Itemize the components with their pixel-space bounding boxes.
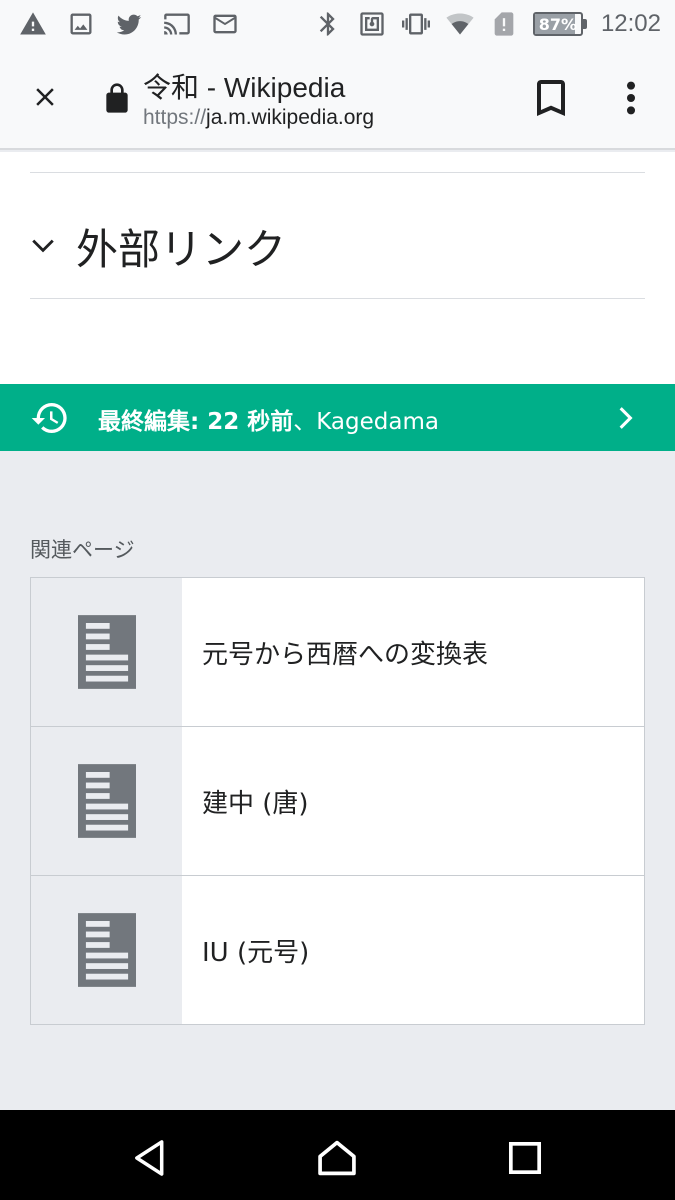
section-heading-external-links[interactable]: 外部リンク xyxy=(30,218,286,274)
image-icon xyxy=(66,9,96,39)
chevron-down-icon xyxy=(32,239,54,253)
close-button[interactable] xyxy=(26,78,64,116)
browser-toolbar: 令和 - Wikipedia https://ja.m.wikipedia.or… xyxy=(0,48,675,150)
close-icon xyxy=(36,88,54,106)
related-page-thumbnail xyxy=(31,578,182,726)
home-icon xyxy=(318,1140,356,1176)
more-menu-button[interactable] xyxy=(614,78,648,118)
related-pages-header: 関連ページ xyxy=(30,538,135,562)
section-heading-label: 外部リンク xyxy=(76,224,287,274)
sim-alert-icon xyxy=(489,9,519,39)
article-icon xyxy=(77,764,136,838)
wifi-icon xyxy=(445,9,475,39)
related-page-item[interactable]: 建中 (唐) xyxy=(31,727,644,876)
vibrate-icon xyxy=(401,9,431,39)
last-edited-text: 最終編集: 22 秒前、Kagedama xyxy=(98,402,439,436)
related-pages-list: 元号から西暦への変換表 建中 (唐) IU (元号) xyxy=(30,577,645,1025)
twitter-icon xyxy=(114,9,144,39)
related-page-title: 建中 (唐) xyxy=(202,788,309,819)
lock-icon xyxy=(106,83,128,113)
bookmark-button[interactable] xyxy=(534,78,568,118)
android-nav-bar xyxy=(0,1110,675,1200)
last-edited-label: 最終編集: 22 秒前 xyxy=(98,409,294,435)
article-content: 外部リンク xyxy=(0,152,675,384)
warning-icon xyxy=(18,9,48,39)
nav-home-button[interactable] xyxy=(317,1138,357,1178)
url-scheme: https:// xyxy=(143,106,207,129)
related-page-title: 元号から西暦への変換表 xyxy=(202,639,489,670)
page-url[interactable]: https://ja.m.wikipedia.org xyxy=(143,106,374,130)
related-page-thumbnail xyxy=(31,727,182,875)
cast-icon xyxy=(162,9,192,39)
section-divider xyxy=(30,298,645,299)
battery-percent: 87% xyxy=(538,14,578,34)
more-vert-icon xyxy=(626,81,636,115)
back-triangle-icon xyxy=(135,1140,164,1176)
nav-back-button[interactable] xyxy=(130,1138,170,1178)
article-icon xyxy=(77,615,136,689)
battery-icon: 87% xyxy=(532,12,587,36)
bookmark-icon xyxy=(537,80,565,116)
mail-icon xyxy=(210,9,240,39)
recents-square-icon xyxy=(508,1141,542,1175)
article-icon xyxy=(77,913,136,987)
related-page-item[interactable]: 元号から西暦への変換表 xyxy=(31,578,644,727)
related-page-thumbnail xyxy=(31,876,182,1024)
last-edited-bar[interactable]: 最終編集: 22 秒前、Kagedama xyxy=(0,384,675,451)
nfc-icon xyxy=(357,9,387,39)
section-divider xyxy=(30,172,645,173)
related-page-title: IU (元号) xyxy=(202,937,310,968)
url-host: ja.m.wikipedia.org xyxy=(206,106,375,129)
last-edited-user: Kagedama xyxy=(316,409,439,435)
status-time: 12:02 xyxy=(600,10,661,37)
related-page-item[interactable]: IU (元号) xyxy=(31,876,644,1024)
status-bar: 87% 12:02 xyxy=(0,0,675,48)
nav-recents-button[interactable] xyxy=(505,1138,545,1178)
page-title[interactable]: 令和 - Wikipedia xyxy=(143,66,345,106)
chevron-right-icon xyxy=(619,407,633,429)
history-icon xyxy=(31,403,67,433)
last-edited-separator: 、 xyxy=(293,409,317,435)
bluetooth-icon xyxy=(313,9,343,39)
